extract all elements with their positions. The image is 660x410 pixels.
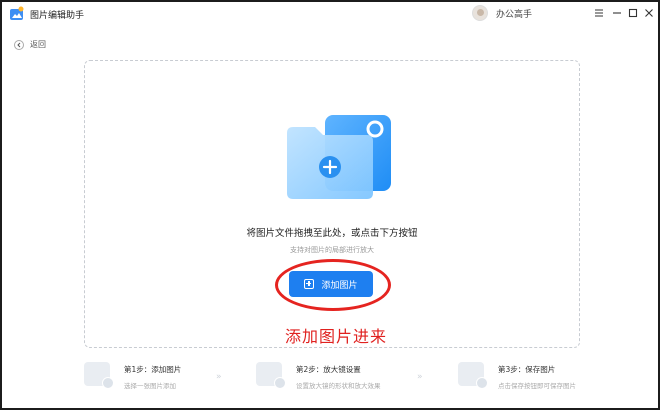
double-chevron-right-icon: »: [417, 372, 422, 382]
save-image-icon: [458, 362, 488, 389]
double-chevron-right-icon: »: [216, 372, 221, 382]
step-title: 第1步：添加图片: [124, 365, 182, 374]
app-window: 图片编辑助手 办公高手 返回 将图片文件拖拽至此处，或点击下方按钮 支持对图片的…: [0, 0, 660, 410]
app-logo-icon: [10, 6, 24, 20]
step-2: 第2步：放大镜设置 设置放大镜的形状和放大效果: [256, 362, 381, 390]
back-button[interactable]: 返回: [14, 39, 46, 50]
avatar[interactable]: [472, 5, 488, 21]
close-icon[interactable]: [642, 6, 656, 20]
chevron-left-icon: [14, 39, 24, 50]
step-desc: 选择一张图片添加: [124, 382, 176, 390]
step-desc: 设置放大镜的形状和放大效果: [296, 382, 381, 390]
step-1: 第1步：添加图片 选择一张图片添加: [84, 362, 181, 390]
title-bar: 图片编辑助手 办公高手: [2, 2, 658, 28]
image-add-icon: [84, 362, 114, 389]
folder-add-icon: [287, 115, 391, 199]
annotation-text: 添加图片进来: [285, 327, 388, 346]
step-title: 第3步：保存图片: [498, 365, 556, 374]
minimize-icon[interactable]: [610, 6, 624, 20]
username: 办公高手: [496, 9, 533, 20]
step-3: 第3步：保存图片 点击保存按钮即可保存图片: [458, 362, 576, 390]
step-desc: 点击保存按钮即可保存图片: [498, 382, 576, 390]
back-label: 返回: [30, 40, 46, 49]
image-drop-zone[interactable]: 将图片文件拖拽至此处，或点击下方按钮 支持对图片的局部进行放大 添加图片 添加图…: [84, 60, 580, 348]
step-title: 第2步：放大镜设置: [296, 365, 361, 374]
steps-guide: 第1步：添加图片 选择一张图片添加 » 第2步：放大镜设置 设置放大镜的形状和放…: [84, 362, 584, 394]
drop-subhint: 支持对图片的局部进行放大: [290, 246, 374, 254]
maximize-icon[interactable]: [626, 6, 640, 20]
menu-icon[interactable]: [592, 6, 606, 20]
user-account[interactable]: 办公高手: [472, 5, 532, 21]
drop-hint: 将图片文件拖拽至此处，或点击下方按钮: [246, 228, 418, 239]
annotation-circle: [275, 259, 391, 311]
magnifier-icon: [256, 362, 286, 389]
app-title: 图片编辑助手: [30, 11, 85, 21]
